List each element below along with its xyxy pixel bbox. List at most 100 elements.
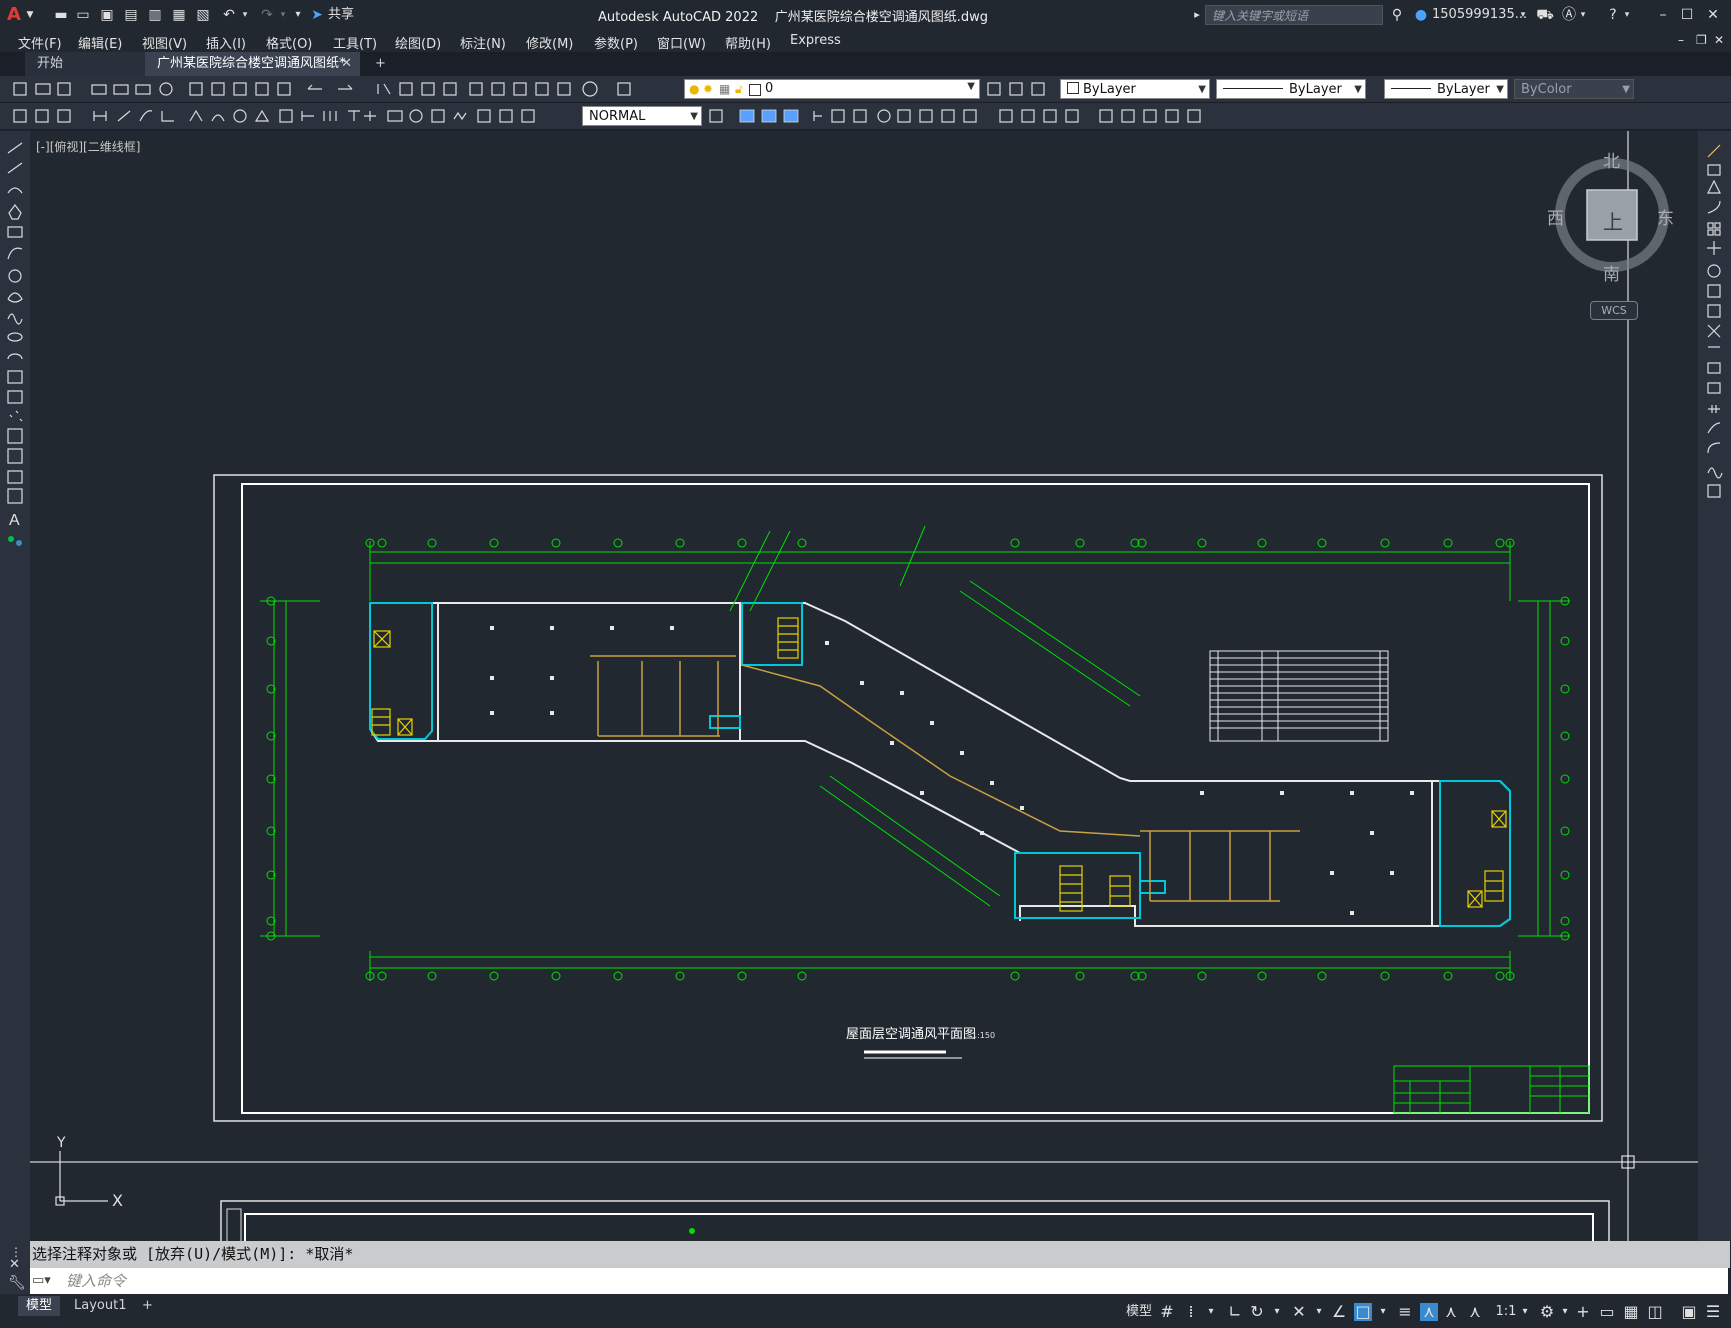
menu-window[interactable]: 窗口(W) [657, 33, 706, 52]
viewcube-south[interactable]: 南 [1603, 260, 1620, 285]
tab-drawing[interactable]: 广州某医院综合楼空调通风图纸* ✕ [145, 52, 360, 76]
search-icon[interactable]: ⚲ [1388, 5, 1406, 25]
help-dropdown-icon[interactable]: ▾ [1622, 5, 1632, 25]
standard-toolbar-icons[interactable] [8, 80, 668, 98]
maximize-icon[interactable]: ☐ [1678, 5, 1696, 25]
lineweight-icon[interactable]: ∠ [1330, 1303, 1348, 1321]
save-web-icon[interactable]: ▦ [170, 5, 188, 25]
menu-view[interactable]: 视图(V) [142, 33, 187, 52]
undo-dropdown-icon[interactable]: ▾ [240, 5, 250, 25]
command-close-icon[interactable]: ✕ [9, 1257, 20, 1272]
save-icon[interactable]: ▣ [98, 5, 116, 25]
command-recent-icon[interactable]: ▭▾ [32, 1268, 51, 1294]
search-expand-icon[interactable]: ▸ [1192, 5, 1202, 25]
menu-draw[interactable]: 绘图(D) [395, 33, 441, 52]
object-snap-icon[interactable]: □ [1354, 1303, 1372, 1321]
menu-edit[interactable]: 编辑(E) [78, 33, 122, 52]
share-label[interactable]: 共享 [328, 5, 368, 25]
color-combo[interactable]: ByLayer ▼ [1060, 79, 1210, 99]
user-dropdown-icon[interactable]: ▾ [1518, 5, 1528, 25]
minimize-icon[interactable]: – [1654, 5, 1672, 25]
menu-parameters[interactable]: 参数(P) [594, 33, 638, 52]
polar-dropdown-icon[interactable]: ▾ [1268, 1303, 1286, 1321]
redo-dropdown-icon[interactable]: ▾ [278, 5, 288, 25]
customize-qat-icon[interactable]: ▾ [292, 5, 304, 25]
isolate-objects-icon[interactable]: ◫ [1646, 1303, 1664, 1321]
undo-icon[interactable]: ↶ [218, 5, 240, 25]
menu-help[interactable]: 帮助(H) [725, 33, 771, 52]
workspace-dropdown-icon[interactable]: ▾ [1556, 1303, 1574, 1321]
tab-layout1[interactable]: Layout1 [66, 1296, 134, 1316]
annotation-scale-icon[interactable]: ⋏ [1466, 1303, 1484, 1321]
viewcube-west[interactable]: 西 [1547, 204, 1564, 229]
command-line[interactable]: ▭▾ 键入命令 [30, 1268, 1728, 1294]
dimension-toolbar-icons[interactable] [8, 107, 578, 125]
tab-model[interactable]: 模型 [18, 1296, 61, 1316]
draw-tools-icons[interactable]: A [0, 139, 30, 599]
osnap-dropdown-icon[interactable]: ▾ [1374, 1303, 1392, 1321]
menu-file[interactable]: 文件(F) [18, 33, 62, 52]
clean-screen-icon[interactable]: ▣ [1680, 1303, 1698, 1321]
annotation-monitor-icon[interactable]: + [1574, 1303, 1592, 1321]
autocad-logo-icon[interactable]: A [6, 5, 22, 25]
annotation-scale-value[interactable]: 1:1 [1494, 1303, 1518, 1321]
viewport-controls-label[interactable]: [-][俯视][二维线框] [36, 138, 140, 155]
menu-format[interactable]: 格式(O) [266, 33, 312, 52]
linetype-combo[interactable]: ByLayer ▼ [1216, 79, 1366, 99]
drawing-svg[interactable]: 屋面层空调通风平面图 1:150 Y X [30, 131, 1698, 1241]
annotation-visibility-icon[interactable]: ⋏ [1420, 1303, 1438, 1321]
tab-close-icon[interactable]: ✕ [341, 52, 352, 76]
doc-minimize-icon[interactable]: – [1678, 33, 1684, 47]
viewcube-east[interactable]: 东 [1657, 204, 1674, 229]
app-store-dropdown-icon[interactable]: ▾ [1578, 5, 1588, 25]
tracking-dropdown-icon[interactable]: ▾ [1310, 1303, 1328, 1321]
command-input[interactable]: 键入命令 [66, 1268, 126, 1294]
add-layout-button[interactable]: + [134, 1296, 161, 1316]
menu-insert[interactable]: 插入(I) [206, 33, 246, 52]
viewcube[interactable]: 上 北 南 东 西 [1545, 150, 1675, 320]
model-space-button[interactable]: 模型 [1124, 1303, 1154, 1321]
redo-icon[interactable]: ↷ [256, 5, 278, 25]
modify-toolbar-icons[interactable] [706, 107, 1216, 125]
open-file-icon[interactable]: ▭ [74, 5, 92, 25]
lineweight-combo[interactable]: ByLayer ▼ [1384, 79, 1508, 99]
scale-dropdown-icon[interactable]: ▾ [1516, 1303, 1534, 1321]
layer-tools-icons[interactable] [984, 80, 1056, 98]
modify-tools-icons[interactable] [1698, 141, 1731, 561]
autodesk-app-icon[interactable]: Ⓐ [1560, 5, 1578, 25]
menu-express[interactable]: Express [790, 33, 841, 48]
help-icon[interactable]: ? [1604, 5, 1622, 25]
quick-properties-icon[interactable]: ▦ [1622, 1303, 1640, 1321]
workspace-gear-icon[interactable]: ⚙ [1538, 1303, 1556, 1321]
tab-start[interactable]: 开始 [25, 52, 145, 76]
close-icon[interactable]: ✕ [1704, 5, 1722, 25]
new-file-icon[interactable]: ▬ [52, 5, 70, 25]
doc-close-icon[interactable]: ✕ [1714, 33, 1724, 47]
search-input[interactable]: 键入关键字或短语 [1205, 5, 1383, 25]
app-menu-chevron-icon[interactable]: ▼ [24, 5, 36, 25]
layer-combo[interactable]: ● ✹ ▦ 🔓︎ 0 ▼ [684, 79, 980, 99]
share-icon[interactable]: ➤ [308, 5, 326, 25]
user-icon[interactable]: ● [1412, 5, 1430, 25]
doc-restore-icon[interactable]: ❐ [1696, 33, 1707, 47]
plot-icon[interactable]: ▧ [194, 5, 212, 25]
viewcube-north[interactable]: 北 [1603, 147, 1620, 172]
menu-tools[interactable]: 工具(T) [333, 33, 377, 52]
snap-icon[interactable]: ⁞ [1182, 1303, 1200, 1321]
auto-scale-icon[interactable]: ⋏ [1442, 1303, 1460, 1321]
polar-icon[interactable]: ↻ [1248, 1303, 1266, 1321]
open-web-icon[interactable]: ▥ [146, 5, 164, 25]
object-snap-tracking-icon[interactable]: ✕ [1290, 1303, 1308, 1321]
cart-icon[interactable]: ⛟ [1536, 5, 1554, 25]
new-tab-button[interactable]: + [368, 52, 394, 76]
save-as-icon[interactable]: ▤ [122, 5, 140, 25]
command-customize-icon[interactable]: 🔧︎ [8, 1275, 26, 1291]
viewcube-top-face[interactable]: 上 [1603, 206, 1623, 235]
customization-menu-icon[interactable]: ☰ [1704, 1303, 1722, 1321]
ortho-icon[interactable]: ∟ [1226, 1303, 1244, 1321]
drawing-canvas[interactable]: 屋面层空调通风平面图 1:150 Y X [30, 131, 1698, 1241]
snap-dropdown-icon[interactable]: ▾ [1202, 1303, 1220, 1321]
units-icon[interactable]: ▭ [1598, 1303, 1616, 1321]
user-account-label[interactable]: 1505999135... [1432, 5, 1527, 25]
grid-icon[interactable]: # [1158, 1303, 1176, 1321]
